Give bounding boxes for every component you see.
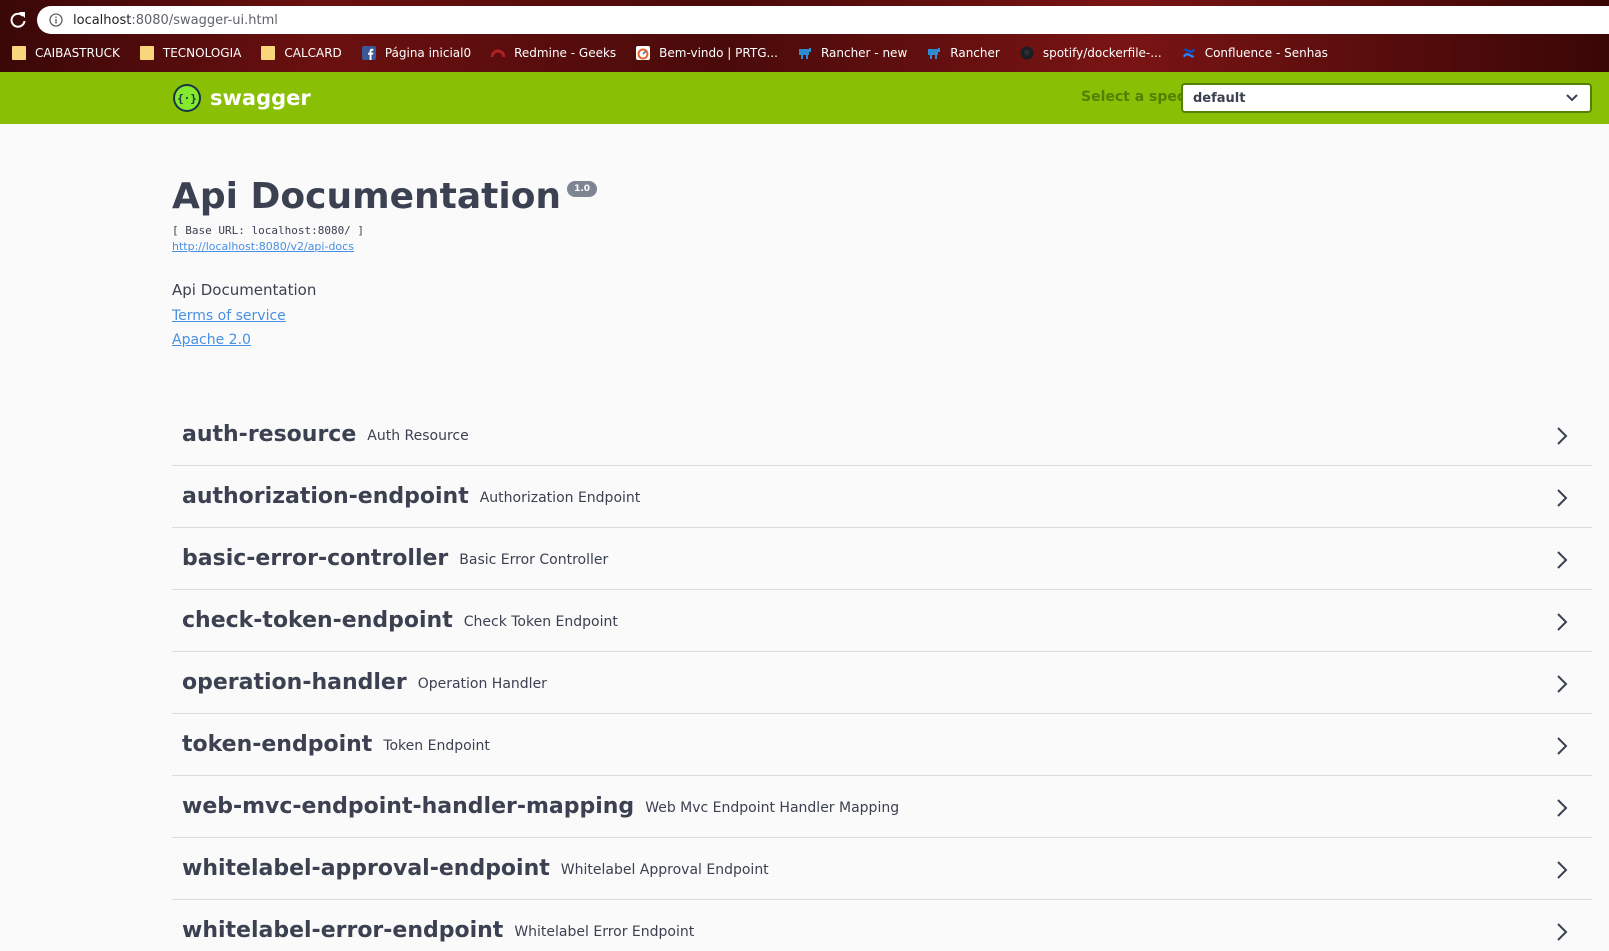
- facebook-icon: [361, 46, 376, 60]
- bookmark-item[interactable]: Página inicial0: [361, 46, 472, 60]
- bookmark-item[interactable]: TECNOLOGIA: [139, 46, 242, 60]
- tag-section-web-mvc-endpoint-handler-mapping[interactable]: web-mvc-endpoint-handler-mapping Web Mvc …: [172, 776, 1592, 838]
- tag-section-check-token-endpoint[interactable]: check-token-endpoint Check Token Endpoint: [172, 590, 1592, 652]
- rancher-icon: [798, 48, 811, 59]
- bookmark-label: CALCARD: [284, 46, 342, 60]
- bookmark-label: TECNOLOGIA: [162, 46, 242, 60]
- swagger-logo-icon: {·}: [173, 84, 201, 112]
- redmine-icon: [491, 49, 506, 58]
- info-icon[interactable]: [49, 13, 63, 27]
- chevron-right-icon[interactable]: [1556, 798, 1568, 818]
- tag-name: authorization-endpoint: [182, 484, 469, 509]
- tag-description: Auth Resource: [367, 428, 469, 444]
- github-icon: [1020, 46, 1034, 60]
- tag-section-authorization-endpoint[interactable]: authorization-endpoint Authorization Endp…: [172, 466, 1592, 528]
- bookmark-label: Rancher: [950, 46, 1000, 60]
- tag-name: whitelabel-approval-endpoint: [182, 856, 550, 881]
- chevron-right-icon[interactable]: [1556, 674, 1568, 694]
- bookmark-item[interactable]: Rancher - new: [798, 46, 907, 60]
- bookmark-item[interactable]: CAIBASTRUCK: [12, 46, 120, 60]
- bookmark-label: Rancher - new: [820, 46, 908, 60]
- tag-section-operation-handler[interactable]: operation-handler Operation Handler: [172, 652, 1592, 714]
- tag-description: Whitelabel Error Endpoint: [514, 924, 695, 940]
- spec-select-value: default: [1193, 90, 1246, 106]
- api-docs-link[interactable]: http://localhost:8080/v2/api-docs: [172, 240, 354, 253]
- bookmark-label: spotify/dockerfile-...: [1042, 46, 1162, 60]
- chevron-right-icon[interactable]: [1556, 736, 1568, 756]
- confluence-icon: [1182, 48, 1195, 58]
- tag-name: auth-resource: [182, 422, 357, 447]
- tag-name: web-mvc-endpoint-handler-mapping: [182, 794, 635, 819]
- tag-section-whitelabel-approval-endpoint[interactable]: whitelabel-approval-endpoint Whitelabel A…: [172, 838, 1592, 900]
- version-badge: 1.0: [567, 181, 598, 197]
- bookmark-item[interactable]: CALCARD: [261, 46, 342, 60]
- address-bar[interactable]: localhost:8080/swagger-ui.html: [37, 6, 1609, 34]
- folder-icon: [139, 46, 154, 60]
- chevron-down-icon: [1566, 94, 1578, 102]
- chevron-right-icon[interactable]: [1556, 922, 1568, 942]
- page-title: Api Documentation: [172, 176, 562, 217]
- swagger-logo-text: swagger: [210, 86, 311, 110]
- reload-icon[interactable]: [8, 10, 28, 30]
- spec-select[interactable]: default: [1181, 83, 1592, 113]
- bookmark-label: Confluence - Senhas: [1204, 46, 1328, 60]
- bookmark-item[interactable]: spotify/dockerfile-...: [1020, 46, 1162, 60]
- tag-description: Authorization Endpoint: [479, 490, 641, 506]
- chevron-right-icon[interactable]: [1556, 860, 1568, 880]
- tag-name: whitelabel-error-endpoint: [182, 918, 504, 943]
- swagger-logo[interactable]: {·} swagger: [173, 84, 311, 112]
- tag-name: basic-error-controller: [182, 546, 449, 571]
- tag-list: auth-resource Auth Resource authorization-…: [172, 404, 1592, 951]
- tag-description: Basic Error Controller: [459, 552, 609, 568]
- chevron-right-icon[interactable]: [1556, 550, 1568, 570]
- spec-label: Select a spec: [1081, 89, 1186, 105]
- tag-description: Check Token Endpoint: [463, 614, 618, 630]
- browser-chrome: localhost:8080/swagger-ui.html CAIBASTRU…: [0, 0, 1609, 72]
- bookmark-item[interactable]: Confluence - Senhas: [1182, 46, 1328, 60]
- url-text: localhost:8080/swagger-ui.html: [73, 13, 278, 28]
- bookmark-label: CAIBASTRUCK: [35, 46, 120, 60]
- tag-description: Token Endpoint: [383, 738, 490, 754]
- svg-text:{·}: {·}: [177, 92, 197, 105]
- chevron-right-icon[interactable]: [1556, 426, 1568, 446]
- tag-name: check-token-endpoint: [182, 608, 453, 633]
- tag-name: token-endpoint: [182, 732, 373, 757]
- bookmark-item[interactable]: Bem-vindo | PRTG...: [636, 46, 778, 60]
- bookmark-item[interactable]: Rancher: [927, 46, 1000, 60]
- url-host: localhost: [73, 12, 132, 28]
- bookmarks-bar: CAIBASTRUCK TECNOLOGIA CALCARD Página inici…: [0, 40, 1609, 66]
- tag-description: Operation Handler: [417, 676, 547, 692]
- swagger-topbar: {·} swagger Select a spec default: [0, 72, 1609, 124]
- rancher-icon: [928, 48, 941, 59]
- terms-of-service-link[interactable]: Terms of service: [172, 308, 286, 324]
- folder-icon: [261, 46, 276, 60]
- license-link[interactable]: Apache 2.0: [172, 332, 251, 348]
- bookmark-label: Página inicial0: [384, 46, 472, 60]
- chevron-right-icon[interactable]: [1556, 488, 1568, 508]
- bookmark-item[interactable]: Redmine - Geeks: [491, 46, 616, 60]
- address-row: localhost:8080/swagger-ui.html: [0, 4, 1609, 36]
- title-row: Api Documentation 1.0: [172, 175, 1592, 219]
- tag-section-basic-error-controller[interactable]: basic-error-controller Basic Error Contro…: [172, 528, 1592, 590]
- url-path: :8080/swagger-ui.html: [131, 12, 278, 28]
- prtg-icon: [636, 46, 651, 60]
- folder-icon: [12, 46, 26, 60]
- tag-section-auth-resource[interactable]: auth-resource Auth Resource: [172, 404, 1592, 466]
- tag-description: Whitelabel Approval Endpoint: [560, 862, 769, 878]
- bookmark-label: Bem-vindo | PRTG...: [659, 46, 778, 60]
- api-description: Api Documentation: [172, 281, 317, 299]
- api-info: Api Documentation 1.0 [ Base URL: localh…: [172, 175, 1592, 348]
- tag-section-whitelabel-error-endpoint[interactable]: whitelabel-error-endpoint Whitelabel Erro…: [172, 900, 1592, 951]
- tag-description: Web Mvc Endpoint Handler Mapping: [645, 800, 900, 816]
- base-url: [ Base URL: localhost:8080/ ]: [172, 224, 365, 237]
- chevron-right-icon[interactable]: [1556, 612, 1568, 632]
- tag-name: operation-handler: [182, 670, 407, 695]
- bookmark-label: Redmine - Geeks: [514, 46, 617, 60]
- tag-section-token-endpoint[interactable]: token-endpoint Token Endpoint: [172, 714, 1592, 776]
